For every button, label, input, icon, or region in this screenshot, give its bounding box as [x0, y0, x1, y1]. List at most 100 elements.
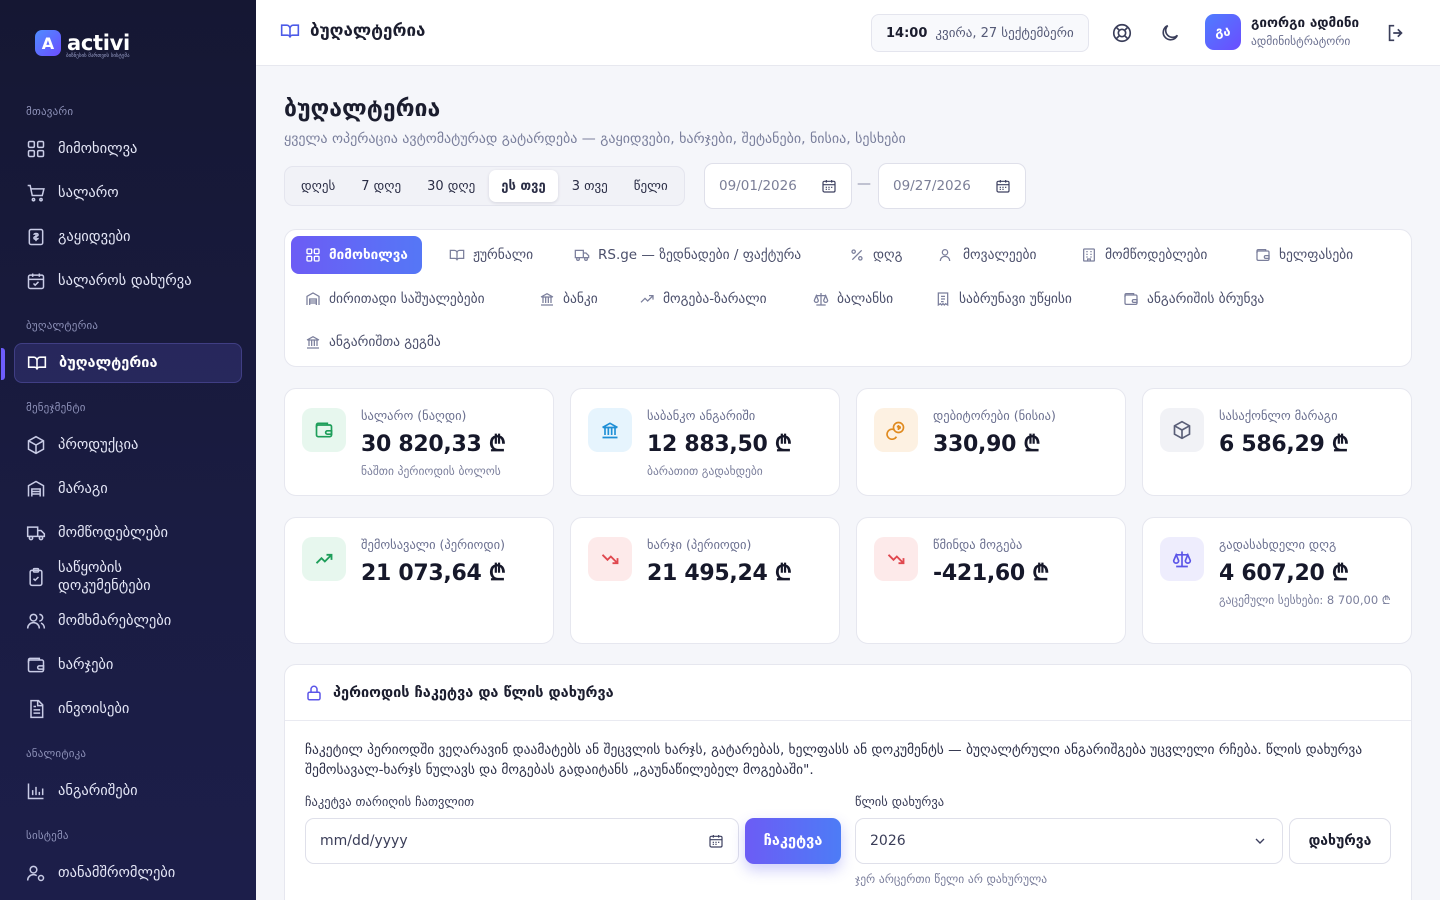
card-note: ნაშთი პერიოდის ბოლოს — [361, 464, 501, 478]
card-value: 6 586,29 ₾ — [1219, 432, 1349, 457]
sidebar-item-sales[interactable]: გაყიდვები — [14, 217, 242, 257]
sidebar-item-label: ანგარიშები — [58, 783, 138, 799]
card-net-profit: წმინდა მოგება -421,60 ₾ — [856, 517, 1126, 644]
tab-chart-of-accounts[interactable]: ანგარიშთა გეგმა — [291, 323, 455, 361]
card-label: ხარჯი (პერიოდი) — [647, 537, 752, 552]
tab-label: ხელფასები — [1279, 247, 1354, 263]
calendar-icon[interactable] — [995, 178, 1011, 194]
users-icon — [26, 613, 46, 629]
lock-date-input[interactable]: mm/dd/yyyy — [305, 818, 739, 864]
calendar-icon[interactable] — [821, 178, 837, 194]
year-select[interactable]: 2026 — [855, 818, 1283, 864]
range-7-days[interactable]: 7 დღე — [349, 170, 413, 202]
avatar[interactable]: გა — [1205, 14, 1241, 50]
scale-icon — [813, 293, 829, 306]
range-today[interactable]: დღეს — [289, 170, 347, 202]
nav-section-accounting: ბუღალტერია — [26, 319, 99, 332]
range-year[interactable]: წელი — [622, 170, 680, 202]
tab-label: RS.ge — ზედნადები / ფაქტურა — [598, 247, 802, 263]
coins-icon — [886, 421, 905, 440]
card-label: წმინდა მოგება — [933, 537, 1023, 552]
trend-down-icon — [601, 554, 619, 565]
tab-bank[interactable]: ბანკი — [525, 280, 612, 318]
building-icon — [1083, 248, 1095, 262]
truck-icon — [574, 249, 590, 261]
close-year-button[interactable]: დახურვა — [1289, 818, 1391, 864]
date-from-value: 09/01/2026 — [719, 178, 797, 194]
sidebar-item-label: თანამშრომლები — [58, 865, 176, 881]
panel-header: პერიოდის ჩაკეტვა და წლის დახურვა — [285, 665, 1411, 721]
sidebar-item-stock[interactable]: მარაგი — [14, 469, 242, 509]
card-label: სალარო (ნაღდი) — [361, 408, 467, 423]
tab-salaries[interactable]: ხელფასები — [1241, 236, 1367, 274]
card-icon-box — [302, 537, 346, 581]
sidebar-item-label: ინვოისები — [58, 701, 130, 717]
brand-name: activi — [67, 30, 130, 55]
range-3-months[interactable]: 3 თვე — [560, 170, 620, 202]
sidebar-item-label: საწყობის დოკუმენტები — [58, 559, 151, 594]
sidebar-item-customers[interactable]: მომხმარებლები — [14, 601, 242, 641]
truck-icon — [26, 526, 46, 541]
sidebar-item-overview[interactable]: მიმოხილვა — [14, 129, 242, 169]
date-to-input[interactable]: 09/27/2026 — [878, 163, 1026, 209]
tab-label: ბანკი — [563, 291, 598, 307]
card-value: -421,60 ₾ — [933, 561, 1049, 586]
year-close-label: წლის დახურვა — [855, 794, 945, 809]
tab-rs-ge[interactable]: RS.ge — ზედნადები / ფაქტურა — [560, 236, 815, 274]
sidebar-item-label: მომხმარებლები — [58, 613, 172, 629]
card-icon-box — [874, 537, 918, 581]
trend-down-icon — [887, 554, 905, 565]
tab-suppliers[interactable]: მომწოდებლები — [1067, 236, 1221, 274]
tab-fixed-assets[interactable]: ძირითადი საშუალებები — [291, 280, 499, 318]
help-lifebuoy-icon[interactable] — [1111, 22, 1133, 44]
tab-balance[interactable]: ბალანსი — [799, 280, 907, 318]
card-value: 330,90 ₾ — [933, 432, 1041, 457]
tab-debtors[interactable]: მოვალეები — [925, 236, 1051, 274]
tab-account-turnover[interactable]: ანგარიშის ბრუნვა — [1109, 280, 1278, 318]
card-vat-payable: გადასახდელი დღგ 4 607,20 ₾ გაცემული სესხ… — [1142, 517, 1412, 644]
scale-icon — [1172, 551, 1192, 568]
wallet-icon — [27, 657, 45, 673]
sidebar-item-reports[interactable]: ანგარიშები — [14, 771, 242, 811]
user-role: ადმინისტრატორი — [1251, 34, 1351, 48]
sidebar-item-pos[interactable]: სალარო — [14, 173, 242, 213]
lock-button[interactable]: ჩაკეტვა — [745, 818, 841, 864]
file-icon — [30, 699, 44, 719]
sidebar-item-products[interactable]: პროდუქცია — [14, 425, 242, 465]
sidebar-item-invoices[interactable]: ინვოისები — [14, 689, 242, 729]
range-30-days[interactable]: 30 დღე — [415, 170, 487, 202]
card-label: დებიტორები (ნისია) — [933, 408, 1056, 423]
bank-icon — [540, 292, 554, 306]
card-label: გადასახდელი დღგ — [1219, 537, 1337, 552]
card-icon-box — [1160, 537, 1204, 581]
top-header: ბუღალტერია 14:00 კვირა, 27 სექტემბერი გა… — [256, 0, 1440, 66]
date-to-value: 09/27/2026 — [893, 178, 971, 194]
card-icon-box — [588, 408, 632, 452]
calendar-icon[interactable] — [708, 833, 724, 849]
sidebar-item-accounting[interactable]: ბუღალტერია — [1, 343, 242, 383]
card-inventory: სასაქონლო მარაგი 6 586,29 ₾ — [1142, 388, 1412, 496]
sidebar-item-label: მარაგი — [58, 481, 108, 497]
tab-label: ჟურნალი — [473, 247, 534, 263]
date-from-input[interactable]: 09/01/2026 — [704, 163, 852, 209]
tab-label: ბალანსი — [837, 291, 894, 307]
sidebar-item-register-close[interactable]: სალაროს დახურვა — [14, 261, 242, 301]
logout-icon[interactable] — [1385, 22, 1407, 44]
sidebar-item-warehouse-docs[interactable]: საწყობის დოკუმენტები — [14, 553, 242, 601]
sidebar-item-label: მიმოხილვა — [58, 141, 138, 157]
tab-overview[interactable]: მიმოხილვა — [291, 236, 422, 274]
sidebar-item-expenses[interactable]: ხარჯები — [14, 645, 242, 685]
moon-icon[interactable] — [1159, 22, 1181, 44]
card-icon-box — [1160, 408, 1204, 452]
sidebar-item-employees[interactable]: თანამშრომლები — [14, 853, 242, 893]
period-closing-panel: პერიოდის ჩაკეტვა და წლის დახურვა ჩაკეტილ… — [284, 664, 1412, 900]
tab-vat[interactable]: დღგ — [835, 236, 917, 274]
card-debtors: დებიტორები (ნისია) 330,90 ₾ — [856, 388, 1126, 496]
page-title: ბუღალტერია — [284, 96, 441, 122]
date-range-selector: დღეს 7 დღე 30 დღე ეს თვე 3 თვე წელი — [284, 166, 685, 206]
tab-journal[interactable]: ჟურნალი — [435, 236, 547, 274]
sidebar-item-suppliers[interactable]: მომწოდებლები — [14, 513, 242, 553]
range-this-month[interactable]: ეს თვე — [489, 170, 558, 202]
tab-profit-loss[interactable]: მოგება-ზარალი — [625, 280, 781, 318]
tab-turnover-sheet[interactable]: საბრუნავი უწყისი — [921, 280, 1086, 318]
